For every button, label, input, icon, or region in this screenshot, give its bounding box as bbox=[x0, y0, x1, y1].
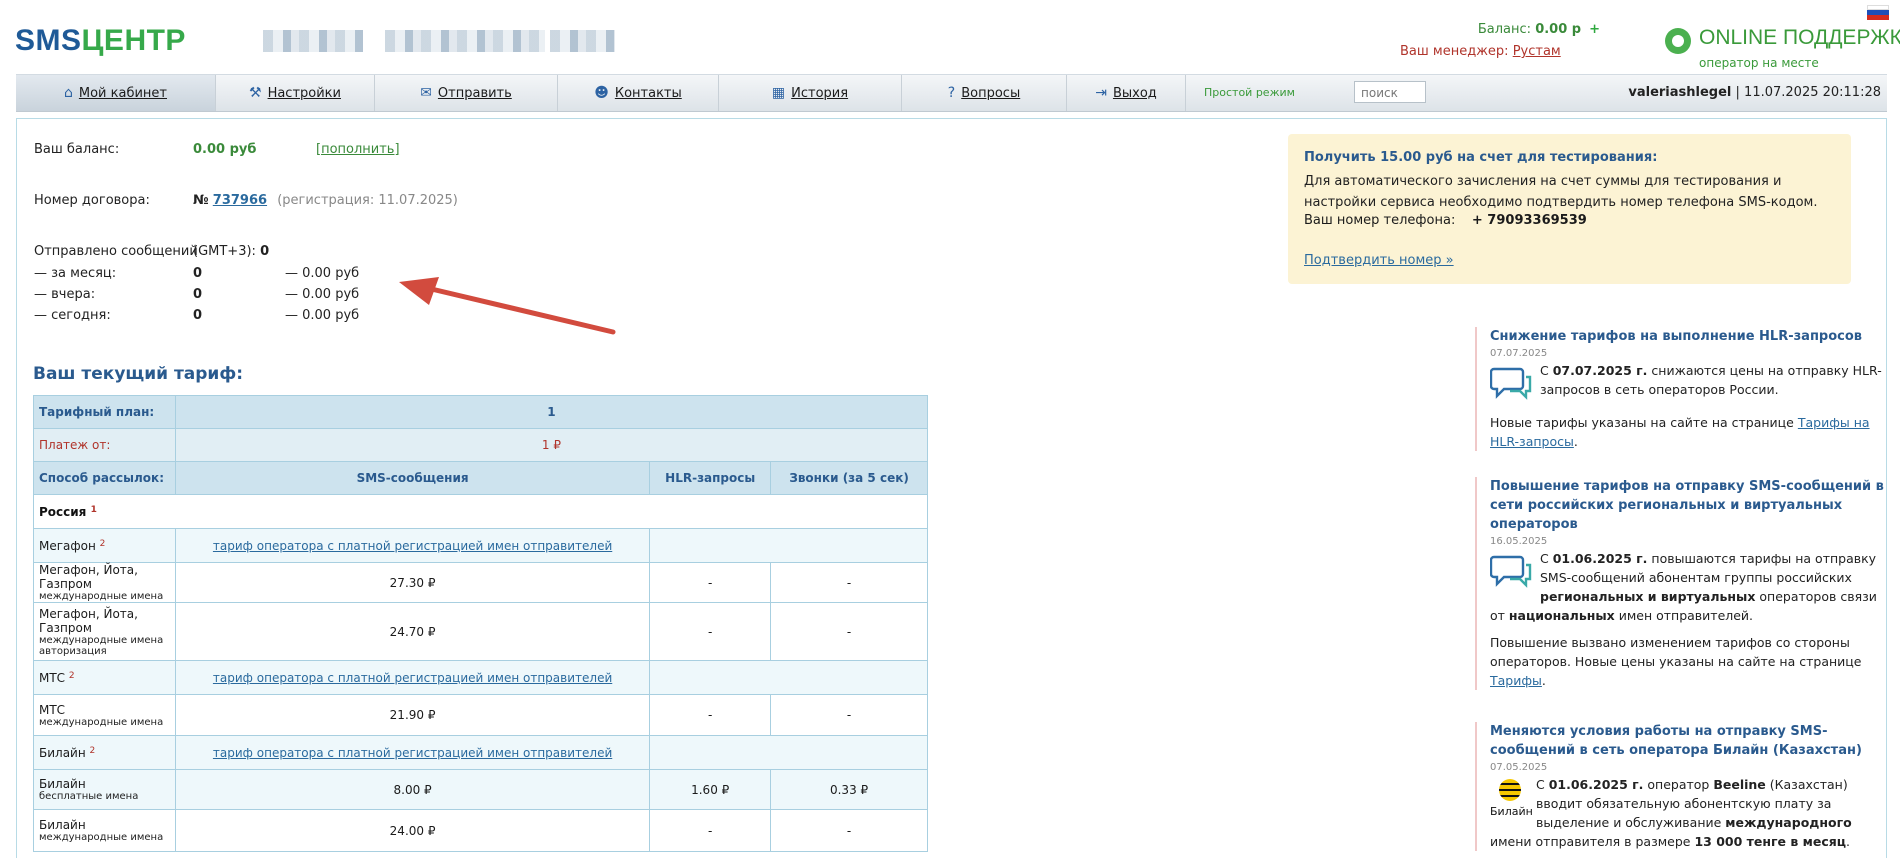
speech-bubbles-icon bbox=[1490, 367, 1532, 400]
smscentr-logo[interactable]: SMSЦЕНТР bbox=[15, 24, 186, 58]
nav-exit[interactable]: ⇥ Выход bbox=[1067, 75, 1186, 111]
news-item: Повышение тарифов на отправку SMS-сообще… bbox=[1475, 477, 1885, 690]
home-icon: ⌂ bbox=[64, 85, 73, 101]
top-header: SMSЦЕНТР Баланс: 0.00 р + Ваш менеджер: Р… bbox=[0, 0, 1900, 74]
user-info: valeriashlegel | 11.07.2025 20:11:28 bbox=[1628, 85, 1881, 100]
promo-phone: Ваш номер телефона: + 79093369539 bbox=[1304, 213, 1587, 228]
main-nav: ⌂ Мой кабинет ⚒ Настройки ✉ Отправить ☻ Конт… bbox=[16, 74, 1887, 112]
nav-my-account[interactable]: ⌂ Мой кабинет bbox=[16, 75, 216, 111]
russian-flag-icon[interactable] bbox=[1867, 5, 1889, 20]
table-row: Тарифный план: 1 bbox=[33, 395, 929, 429]
table-row: Мегафон, Йота, Газпром международные имен… bbox=[33, 562, 928, 603]
table-row: МТС международные имена 21.90 ₽ - - bbox=[33, 694, 928, 736]
news-date: 07.05.2025 bbox=[1490, 762, 1548, 773]
exit-icon: ⇥ bbox=[1095, 85, 1107, 101]
manager-info: Ваш менеджер: Рустам bbox=[1400, 44, 1561, 59]
nav-questions[interactable]: ? Вопросы bbox=[902, 75, 1067, 111]
table-row: Билайн бесплатные имена 8.00 ₽ 1.60 ₽ 0.3… bbox=[33, 769, 928, 810]
sent-today-count: 0 bbox=[193, 308, 203, 323]
beeline-logo: Билайн bbox=[1490, 779, 1533, 819]
news-date: 07.07.2025 bbox=[1490, 348, 1548, 359]
sent-yesterday-count: 0 bbox=[193, 287, 203, 302]
tariff-table: Тарифный план: 1 Платеж от: 1 ₽ Способ р… bbox=[33, 395, 929, 852]
balance-value: 0.00 руб bbox=[193, 142, 257, 157]
question-icon: ? bbox=[947, 85, 956, 101]
add-funds-icon[interactable]: + bbox=[1589, 22, 1600, 37]
contract-label: Номер договора: bbox=[34, 193, 150, 208]
blurred-text bbox=[263, 30, 363, 52]
speech-bubbles-icon bbox=[1490, 555, 1532, 588]
news-date: 16.05.2025 bbox=[1490, 536, 1548, 547]
table-row: Мегафон, Йота, Газпром международные имен… bbox=[33, 602, 928, 661]
header-balance: Баланс: 0.00 р + bbox=[1477, 22, 1600, 37]
promo-description: Для автоматического зачисления на счет с… bbox=[1304, 174, 1818, 210]
search-input[interactable]: поиск bbox=[1354, 81, 1426, 103]
sent-yesterday-sum: — 0.00 руб bbox=[285, 287, 360, 302]
nav-history[interactable]: ▦ История bbox=[719, 75, 902, 111]
envelope-icon: ✉ bbox=[420, 85, 432, 101]
news-title-link[interactable]: Меняются условия работы на отправку SMS-… bbox=[1490, 724, 1862, 758]
red-arrow-annotation bbox=[399, 277, 616, 335]
table-row: Мегафон 2 тариф оператора с платной реги… bbox=[33, 528, 928, 563]
calendar-icon: ▦ bbox=[771, 85, 786, 101]
nav-settings[interactable]: ⚒ Настройки bbox=[216, 75, 375, 111]
contract-number: № 737966 (регистрация: 11.07.2025) bbox=[193, 193, 458, 208]
sent-total: (GMT+3): 0 bbox=[193, 244, 270, 259]
contacts-icon: ☻ bbox=[594, 85, 609, 101]
table-row: МТС 2 тариф оператора с платной регистра… bbox=[33, 660, 928, 695]
table-row: Россия 1 bbox=[33, 494, 928, 529]
tariff-title: Ваш текущий тариф: bbox=[33, 364, 244, 384]
contract-link[interactable]: 737966 bbox=[213, 193, 267, 208]
news-title-link[interactable]: Повышение тарифов на отправку SMS-сообще… bbox=[1490, 479, 1884, 532]
balance-label: Ваш баланс: bbox=[34, 142, 120, 157]
news-title-link[interactable]: Снижение тарифов на выполнение HLR-запро… bbox=[1490, 329, 1862, 344]
blurred-text bbox=[550, 30, 615, 52]
news-item: Меняются условия работы на отправку SMS-… bbox=[1475, 722, 1885, 851]
promo-title: Получить 15.00 руб на счет для тестирова… bbox=[1304, 150, 1658, 165]
sent-today-sum: — 0.00 руб bbox=[285, 308, 360, 323]
topup-link[interactable]: [пополнить] bbox=[316, 142, 400, 157]
sent-month-sum: — 0.00 руб bbox=[285, 266, 360, 281]
sent-label: Отправлено сообщений bbox=[34, 244, 198, 259]
manager-link[interactable]: Рустам bbox=[1513, 44, 1561, 59]
blurred-text bbox=[385, 30, 545, 52]
operator-registration-link[interactable]: тариф оператора с платной регистрацией и… bbox=[213, 671, 612, 685]
tools-icon: ⚒ bbox=[249, 85, 262, 101]
confirm-phone-link[interactable]: Подтвердить номер » bbox=[1304, 253, 1454, 268]
table-header-row: Способ рассылок: SMS-сообщения HLR-запро… bbox=[33, 461, 928, 495]
tariffs-link[interactable]: Тарифы bbox=[1490, 673, 1542, 688]
username: valeriashlegel bbox=[1628, 85, 1732, 100]
sent-month-label: — за месяц: bbox=[34, 266, 117, 281]
operator-registration-link[interactable]: тариф оператора с платной регистрацией и… bbox=[213, 746, 612, 760]
sent-today-label: — сегодня: bbox=[34, 308, 111, 323]
test-credit-promo: Получить 15.00 руб на счет для тестирова… bbox=[1288, 134, 1851, 284]
sent-yesterday-label: — вчера: bbox=[34, 287, 96, 302]
news-item: Снижение тарифов на выполнение HLR-запро… bbox=[1475, 327, 1885, 451]
headset-icon bbox=[1665, 28, 1691, 54]
table-row: Платеж от: 1 ₽ bbox=[33, 428, 929, 462]
datetime: 11.07.2025 20:11:28 bbox=[1744, 85, 1881, 100]
nav-send[interactable]: ✉ Отправить bbox=[375, 75, 558, 111]
table-row: Билайн 2 тариф оператора с платной регис… bbox=[33, 735, 928, 770]
sent-month-count: 0 bbox=[193, 266, 203, 281]
simple-mode-link[interactable]: Простой режим bbox=[1204, 75, 1295, 111]
nav-contacts[interactable]: ☻ Контакты bbox=[558, 75, 719, 111]
table-row: Билайн международные имена 24.00 ₽ - - bbox=[33, 809, 928, 852]
operator-registration-link[interactable]: тариф оператора с платной регистрацией и… bbox=[213, 539, 612, 553]
